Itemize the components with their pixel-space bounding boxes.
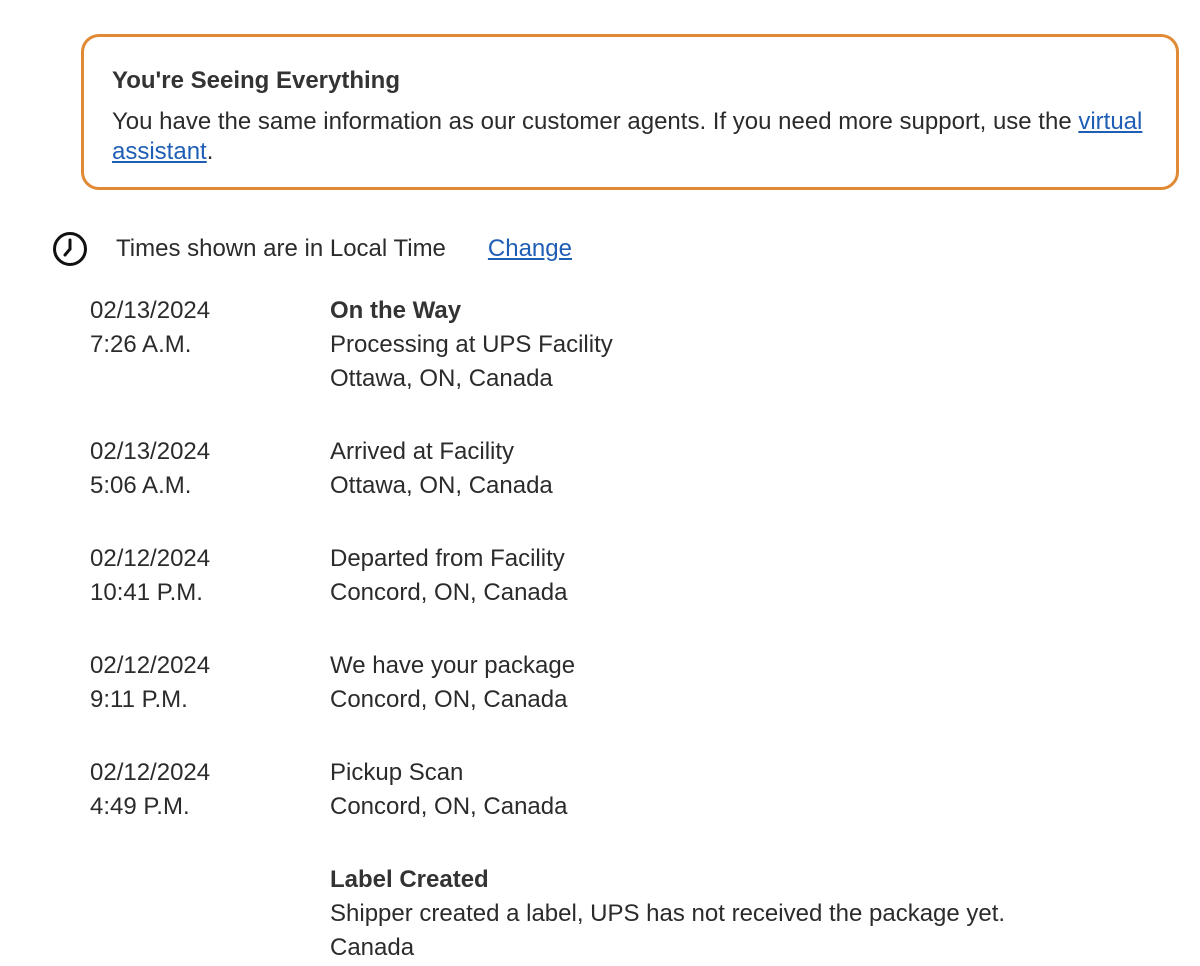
tracking-page: You're Seeing Everything You have the sa… <box>0 0 1200 966</box>
event-time: 4:49 P.M. <box>90 793 190 820</box>
event-status: On the Way <box>330 297 462 324</box>
event-datetime <box>90 863 330 965</box>
tracking-events: 02/13/2024 7:26 A.M. On the Way Processi… <box>90 294 1170 965</box>
event-date: 02/12/2024 <box>90 759 211 786</box>
event-datetime: 02/13/2024 5:06 A.M. <box>90 435 330 503</box>
event-details: On the Way Processing at UPS Facility Ot… <box>330 294 1170 396</box>
event-row: 02/12/2024 10:41 P.M. Departed from Faci… <box>90 542 1170 610</box>
event-details: Pickup Scan Concord, ON, Canada <box>330 756 1170 824</box>
event-datetime: 02/13/2024 7:26 A.M. <box>90 294 330 396</box>
timezone-row: Times shown are in Local Time Change <box>52 230 572 268</box>
event-details: Departed from Facility Concord, ON, Cana… <box>330 542 1170 610</box>
event-date: 02/13/2024 <box>90 438 211 465</box>
event-location: Concord, ON, Canada <box>330 793 568 820</box>
event-details: Label Created Shipper created a label, U… <box>330 863 1170 965</box>
event-status: Label Created <box>330 866 489 893</box>
event-time: 7:26 A.M. <box>90 331 192 358</box>
event-location: Canada <box>330 934 415 961</box>
info-notice: You're Seeing Everything You have the sa… <box>81 34 1179 190</box>
event-detail: Shipper created a label, UPS has not rec… <box>330 900 1006 927</box>
notice-body-text: You have the same information as our cus… <box>112 108 1079 135</box>
event-date: 02/12/2024 <box>90 545 211 572</box>
event-row: 02/13/2024 7:26 A.M. On the Way Processi… <box>90 294 1170 396</box>
event-row: Label Created Shipper created a label, U… <box>90 863 1170 965</box>
event-detail: Pickup Scan <box>330 759 464 786</box>
event-details: Arrived at Facility Ottawa, ON, Canada <box>330 435 1170 503</box>
event-row: 02/12/2024 9:11 P.M. We have your packag… <box>90 649 1170 717</box>
event-location: Ottawa, ON, Canada <box>330 365 553 392</box>
event-detail: We have your package <box>330 652 576 679</box>
event-row: 02/12/2024 4:49 P.M. Pickup Scan Concord… <box>90 756 1170 824</box>
event-detail: Arrived at Facility <box>330 438 515 465</box>
notice-title: You're Seeing Everything <box>112 67 400 94</box>
event-time: 9:11 P.M. <box>90 686 188 713</box>
event-detail: Departed from Facility <box>330 545 565 572</box>
event-date: 02/13/2024 <box>90 297 211 324</box>
notice-body: You have the same information as our cus… <box>112 107 1148 167</box>
event-location: Concord, ON, Canada <box>330 579 568 606</box>
event-location: Concord, ON, Canada <box>330 686 568 713</box>
event-datetime: 02/12/2024 4:49 P.M. <box>90 756 330 824</box>
event-datetime: 02/12/2024 10:41 P.M. <box>90 542 330 610</box>
event-datetime: 02/12/2024 9:11 P.M. <box>90 649 330 717</box>
event-details: We have your package Concord, ON, Canada <box>330 649 1170 717</box>
change-timezone-link[interactable]: Change <box>488 235 572 263</box>
clock-icon <box>52 231 88 267</box>
event-row: 02/13/2024 5:06 A.M. Arrived at Facility… <box>90 435 1170 503</box>
event-detail: Processing at UPS Facility <box>330 331 613 358</box>
notice-body-suffix: . <box>206 138 214 165</box>
event-time: 10:41 P.M. <box>90 579 203 606</box>
timezone-label: Times shown are in Local Time <box>116 235 446 262</box>
event-time: 5:06 A.M. <box>90 472 192 499</box>
event-date: 02/12/2024 <box>90 652 211 679</box>
event-location: Ottawa, ON, Canada <box>330 472 553 499</box>
